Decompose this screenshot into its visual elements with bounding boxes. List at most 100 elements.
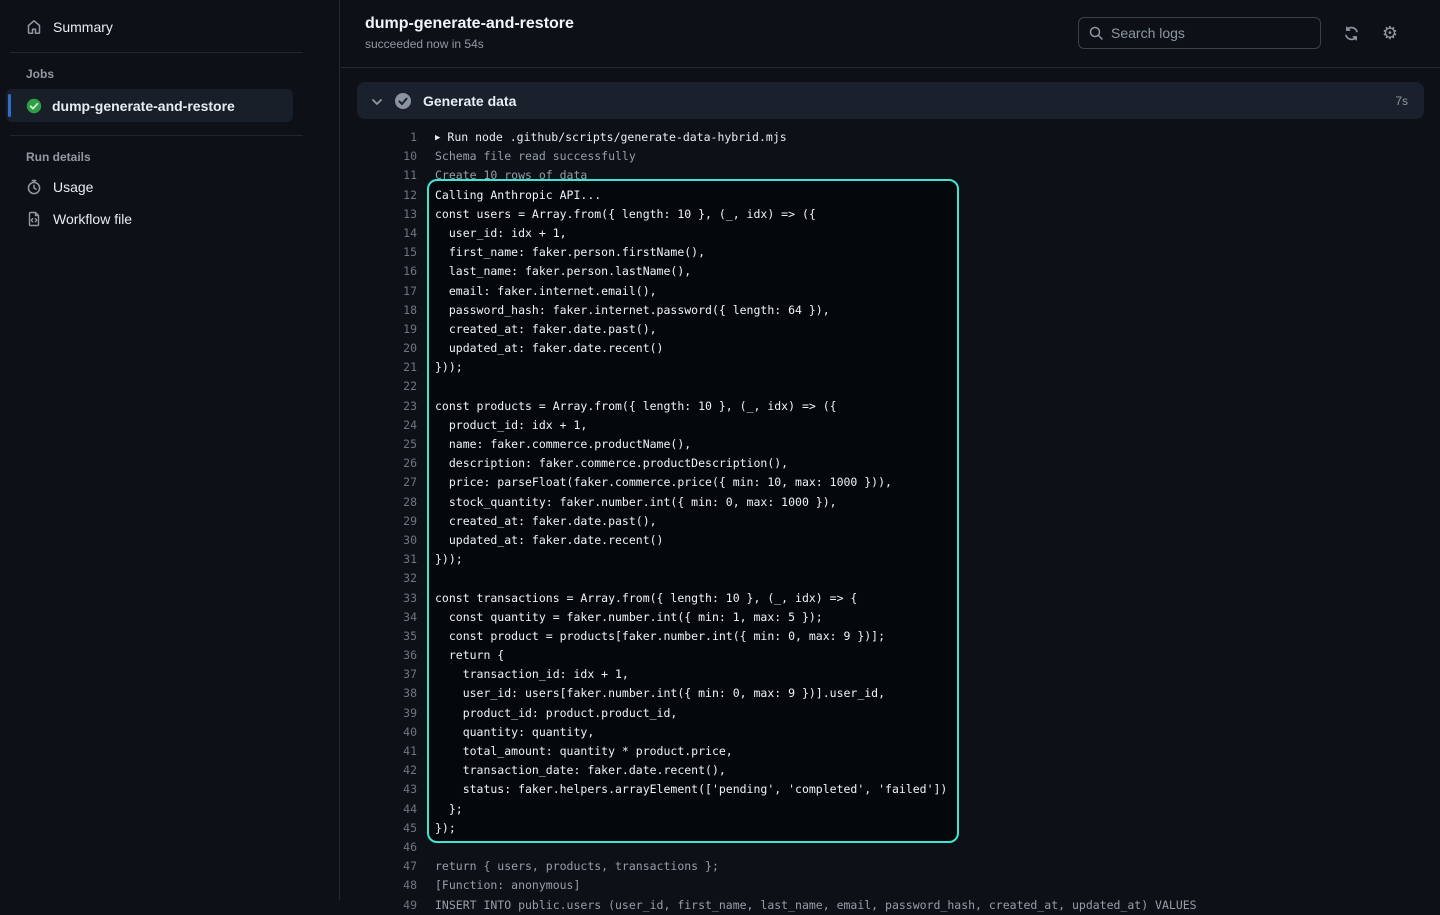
log-line: 18 password_hash: faker.internet.passwor… [357, 301, 1424, 320]
search-logs-input[interactable] [1078, 17, 1321, 49]
usage-label: Usage [53, 179, 93, 195]
log-line: 17 email: faker.internet.email(), [357, 282, 1424, 301]
step-header-generate-data[interactable]: Generate data 7s [357, 82, 1424, 119]
log-line-text: Schema file read successfully [417, 147, 636, 166]
log-line-text: const quantity = faker.number.int({ min:… [417, 608, 823, 627]
log-line: 27 price: parseFloat(faker.commerce.pric… [357, 473, 1424, 492]
log-line-text: total_amount: quantity * product.price, [417, 742, 733, 761]
log-line: 48[Function: anonymous] [357, 876, 1424, 895]
sidebar-item-summary[interactable]: Summary [10, 12, 329, 42]
log-line: 16 last_name: faker.person.lastName(), [357, 262, 1424, 281]
run-details-section-label: Run details [26, 150, 339, 164]
log-line: 36 return { [357, 646, 1424, 665]
log-line-number: 19 [357, 320, 417, 339]
gear-icon[interactable]: ⚙ [1381, 24, 1399, 42]
log-line-text [417, 838, 435, 857]
home-icon [26, 19, 42, 35]
log-line: 14 user_id: idx + 1, [357, 224, 1424, 243]
refresh-icon[interactable] [1342, 24, 1360, 42]
log-line-number: 32 [357, 569, 417, 588]
workflow-file-label: Workflow file [53, 211, 132, 227]
log-line-number: 37 [357, 665, 417, 684]
log-line-number: 12 [357, 186, 417, 205]
log-line: 25 name: faker.commerce.productName(), [357, 435, 1424, 454]
log-line-text: product_id: idx + 1, [417, 416, 587, 435]
log-line-text: price: parseFloat(faker.commerce.price({… [417, 473, 892, 492]
log-line-text: last_name: faker.person.lastName(), [417, 262, 691, 281]
log-line: 44 }; [357, 800, 1424, 819]
step-success-check-icon [394, 92, 412, 110]
log-line: 35 const product = products[faker.number… [357, 627, 1424, 646]
log-line: 26 description: faker.commerce.productDe… [357, 454, 1424, 473]
log-line-number: 11 [357, 166, 417, 185]
log-line-number: 33 [357, 589, 417, 608]
log-line-text: user_id: users[faker.number.int({ min: 0… [417, 684, 885, 703]
log-line-text: transaction_id: idx + 1, [417, 665, 629, 684]
sidebar-item-workflow-file[interactable]: Workflow file [10, 204, 329, 234]
log-line-number: 38 [357, 684, 417, 703]
log-line: 22 [357, 377, 1424, 396]
log-line-text: Calling Anthropic API... [417, 186, 601, 205]
log-line: 34 const quantity = faker.number.int({ m… [357, 608, 1424, 627]
log-line: 49INSERT INTO public.users (user_id, fir… [357, 896, 1424, 915]
log-line-text: const products = Array.from({ length: 10… [417, 397, 837, 416]
log-line-number: 25 [357, 435, 417, 454]
log-line-text: stock_quantity: faker.number.int({ min: … [417, 493, 837, 512]
search-icon [1088, 25, 1104, 41]
log-lines[interactable]: 1▶Run node .github/scripts/generate-data… [357, 119, 1424, 915]
log-line: 32 [357, 569, 1424, 588]
log-line: 37 transaction_id: idx + 1, [357, 665, 1424, 684]
log-line-text: name: faker.commerce.productName(), [417, 435, 691, 454]
log-line: 47return { users, products, transactions… [357, 857, 1424, 876]
log-line-text: [Function: anonymous] [417, 876, 580, 895]
log-line: 42 transaction_date: faker.date.recent()… [357, 761, 1424, 780]
sidebar-item-usage[interactable]: Usage [10, 172, 329, 202]
sidebar-summary-label: Summary [53, 19, 113, 35]
log-line-number: 40 [357, 723, 417, 742]
log-line-number: 26 [357, 454, 417, 473]
log-line-text: first_name: faker.person.firstName(), [417, 243, 705, 262]
log-line-text [417, 569, 435, 588]
log-line: 21})); [357, 358, 1424, 377]
log-line-number: 18 [357, 301, 417, 320]
log-line: 15 first_name: faker.person.firstName(), [357, 243, 1424, 262]
log-line-text [417, 377, 435, 396]
log-line-text: return { [417, 646, 504, 665]
log-line-number: 35 [357, 627, 417, 646]
log-line: 20 updated_at: faker.date.recent() [357, 339, 1424, 358]
log-line-number: 36 [357, 646, 417, 665]
log-line-text: }); [417, 819, 456, 838]
log-line: 30 updated_at: faker.date.recent() [357, 531, 1424, 550]
expand-group-icon[interactable]: ▶ [435, 133, 440, 143]
log-line-number: 39 [357, 704, 417, 723]
log-line-number: 49 [357, 896, 417, 915]
log-line-text: transaction_date: faker.date.recent(), [417, 761, 726, 780]
log-line-number: 31 [357, 550, 417, 569]
log-line-text: })); [417, 358, 463, 377]
sidebar-job-dump-generate-and-restore[interactable]: dump-generate-and-restore [6, 89, 293, 122]
log-line-text: created_at: faker.date.past(), [417, 320, 657, 339]
log-line-text: email: faker.internet.email(), [417, 282, 657, 301]
log-line-number: 20 [357, 339, 417, 358]
log-line: 45}); [357, 819, 1424, 838]
log-line: 28 stock_quantity: faker.number.int({ mi… [357, 493, 1424, 512]
log-line-text: password_hash: faker.internet.password({… [417, 301, 830, 320]
log-line: 33const transactions = Array.from({ leng… [357, 589, 1424, 608]
log-line-text: return { users, products, transactions }… [417, 857, 719, 876]
log-line-number: 28 [357, 493, 417, 512]
step-duration: 7s [1395, 94, 1408, 108]
sidebar-divider [10, 52, 303, 53]
log-line-number: 41 [357, 742, 417, 761]
log-line-number: 23 [357, 397, 417, 416]
log-line-number: 21 [357, 358, 417, 377]
chevron-down-icon[interactable] [371, 95, 383, 107]
log-line: 31})); [357, 550, 1424, 569]
jobs-section-label: Jobs [26, 67, 339, 81]
log-line-number: 44 [357, 800, 417, 819]
log-line: 29 created_at: faker.date.past(), [357, 512, 1424, 531]
log-line: 10Schema file read successfully [357, 147, 1424, 166]
log-line: 41 total_amount: quantity * product.pric… [357, 742, 1424, 761]
log-line-number: 14 [357, 224, 417, 243]
log-line-text: const product = products[faker.number.in… [417, 627, 885, 646]
log-line-number: 47 [357, 857, 417, 876]
